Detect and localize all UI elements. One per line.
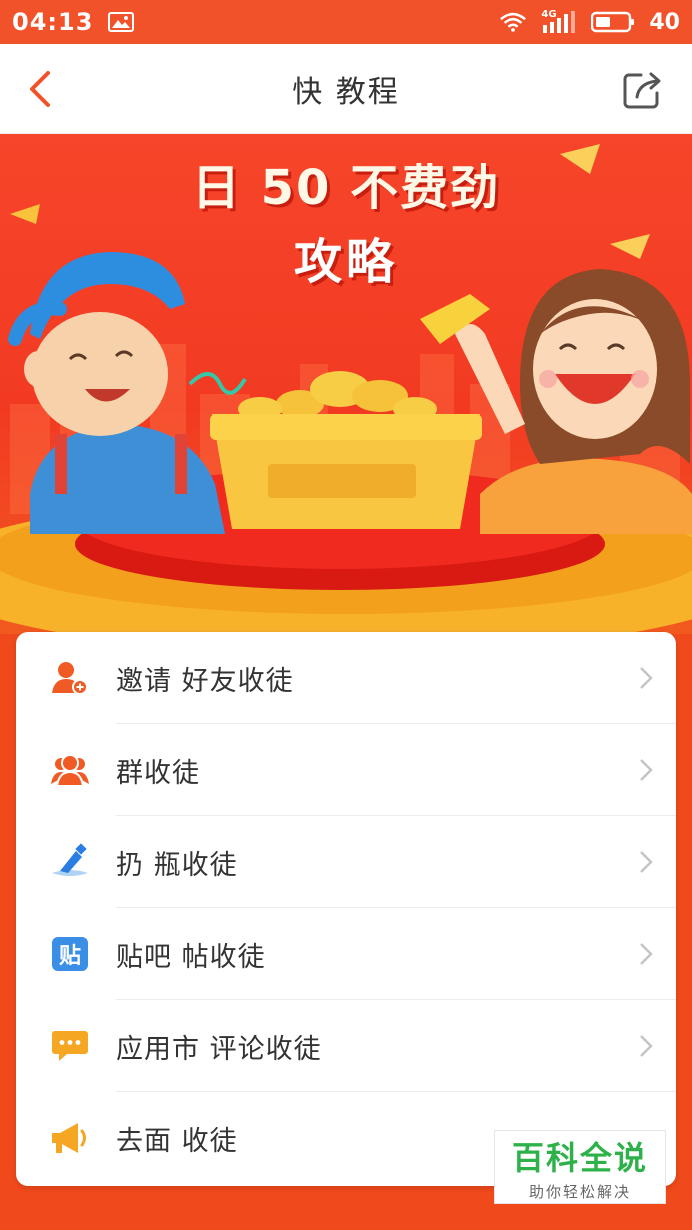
megaphone-icon (50, 1118, 90, 1158)
menu-item-label: 群收徒 (116, 757, 200, 789)
battery-level: 40 (649, 9, 680, 35)
page-title: 快 教程 (292, 74, 400, 110)
back-button[interactable] (18, 64, 62, 114)
menu-item-label: 去面 收徒 (116, 1125, 238, 1157)
watermark-sub: 助你轻松解决 (528, 1182, 631, 1201)
group-icon (50, 750, 90, 790)
menu-item-tieba[interactable]: 贴 贴吧 帖收徒 (16, 908, 676, 1000)
share-button[interactable] (618, 64, 668, 114)
confetti-shape (560, 144, 600, 174)
menu-item-app-market[interactable]: 应用市 评论收徒 (16, 1000, 676, 1092)
menu-item-label: 邀请 好友收徒 (116, 665, 294, 697)
battery-icon (591, 11, 635, 33)
status-bar: 04:13 4G 40 (0, 0, 692, 44)
image-icon (107, 11, 135, 33)
chevron-right-icon (640, 943, 653, 965)
menu-item-invite-friends[interactable]: 邀请 好友收徒 (16, 632, 676, 724)
confetti-shape (610, 234, 650, 259)
banner-illustration (0, 144, 692, 634)
menu-item-bottle[interactable]: 扔 瓶收徒 (16, 816, 676, 908)
confetti-streamer (188, 372, 247, 395)
watermark-logo: 百科全说 助你轻松解决 (494, 1130, 666, 1204)
network-type: 4G (541, 9, 557, 20)
wifi-icon (499, 11, 527, 33)
watermark-main: 百科全说 (511, 1138, 648, 1177)
menu-item-label: 贴吧 帖收徒 (116, 941, 266, 973)
menu-item-label: 应用市 评论收徒 (116, 1033, 322, 1065)
comment-icon (50, 1026, 90, 1066)
title-bar: 快 教程 (0, 44, 692, 134)
add-user-icon (50, 658, 90, 698)
share-icon (623, 72, 661, 109)
boy-character (8, 252, 225, 534)
promo-banner: 日 50 不费劲 攻略 (0, 134, 692, 634)
signal-icon: 4G (541, 9, 577, 33)
tieba-icon-text: 贴 (52, 937, 88, 971)
menu-item-label: 扔 瓶收徒 (116, 849, 238, 881)
back-chevron-icon (30, 71, 50, 107)
bottle-icon (50, 842, 90, 882)
confetti-shape (10, 204, 40, 224)
chevron-right-icon (640, 667, 653, 689)
tieba-icon: 贴 (50, 934, 90, 974)
invite-methods-list: 邀请 好友收徒 群收徒 扔 瓶收徒 贴 贴吧 帖收徒 应用市 评论收徒 去面 收… (16, 632, 676, 1186)
chevron-right-icon (640, 851, 653, 873)
coin-basket (210, 371, 482, 529)
chevron-right-icon (640, 759, 653, 781)
chevron-right-icon (640, 1035, 653, 1057)
status-time: 04:13 (12, 8, 94, 36)
menu-item-group[interactable]: 群收徒 (16, 724, 676, 816)
